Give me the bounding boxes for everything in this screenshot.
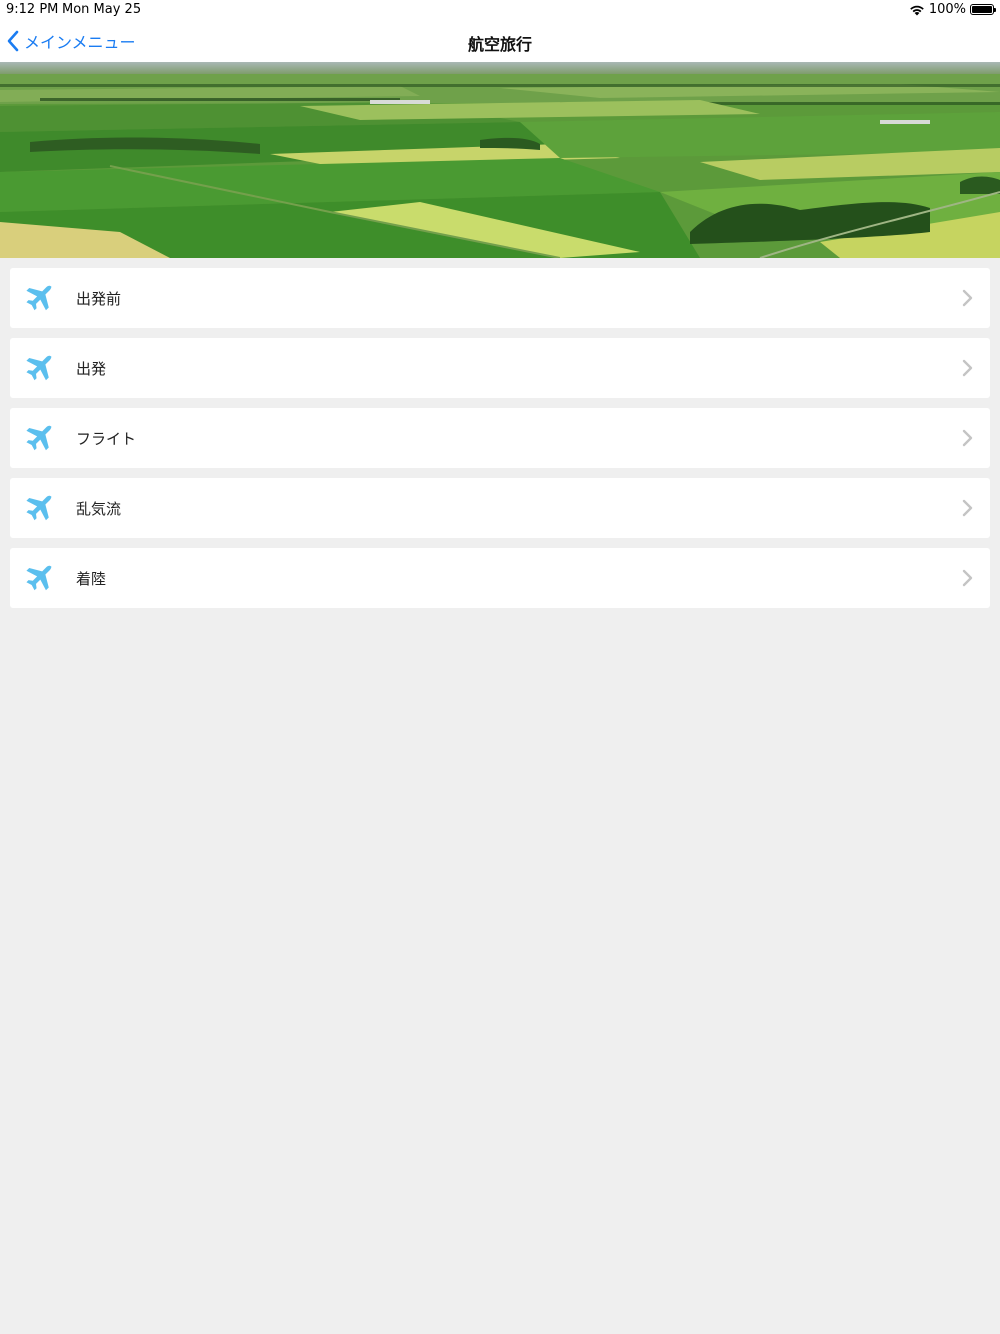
menu-item-label: 着陸 bbox=[76, 570, 107, 588]
battery-percent: 100% bbox=[928, 2, 966, 17]
status-time: 9:12 PM bbox=[6, 2, 59, 17]
airplane-icon bbox=[26, 495, 52, 521]
airplane-icon bbox=[26, 565, 52, 591]
menu-item-label: 出発 bbox=[76, 360, 107, 378]
airplane-icon bbox=[26, 355, 52, 381]
chevron-right-icon bbox=[962, 569, 973, 587]
menu-item-before-departure[interactable]: 出発前 bbox=[10, 268, 990, 328]
menu-item-flight[interactable]: フライト bbox=[10, 408, 990, 468]
airplane-icon bbox=[26, 285, 52, 311]
navigation-bar: メインメニュー 航空旅行 bbox=[0, 22, 1000, 62]
chevron-right-icon bbox=[962, 289, 973, 307]
hero-image bbox=[0, 62, 1000, 258]
chevron-right-icon bbox=[962, 429, 973, 447]
chevron-right-icon bbox=[962, 499, 973, 517]
status-date: Mon May 25 bbox=[62, 2, 142, 17]
menu-item-turbulence[interactable]: 乱気流 bbox=[10, 478, 990, 538]
menu-item-label: 出発前 bbox=[76, 290, 122, 308]
page-title: 航空旅行 bbox=[467, 35, 532, 54]
menu-list: 出発前 出発 フライト 乱気流 着陸 bbox=[10, 268, 990, 618]
status-bar: 9:12 PM Mon May 25 100% bbox=[0, 0, 1000, 22]
menu-item-label: フライト bbox=[76, 430, 137, 448]
menu-item-landing[interactable]: 着陸 bbox=[10, 548, 990, 608]
status-indicators: 100% bbox=[909, 2, 996, 17]
battery-icon bbox=[970, 4, 996, 15]
chevron-right-icon bbox=[962, 359, 973, 377]
airplane-icon bbox=[26, 425, 52, 451]
farmland-aerial-photo bbox=[0, 62, 1000, 258]
wifi-icon bbox=[910, 5, 924, 15]
menu-item-departure[interactable]: 出発 bbox=[10, 338, 990, 398]
menu-item-label: 乱気流 bbox=[76, 500, 122, 518]
